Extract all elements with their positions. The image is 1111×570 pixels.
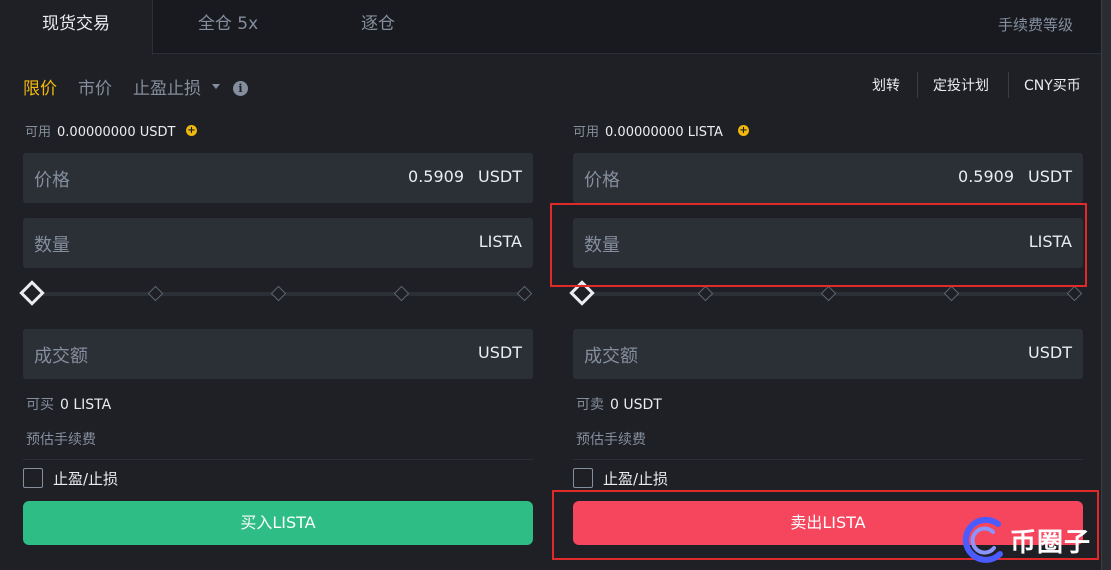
divider	[917, 72, 918, 98]
slider-step-100[interactable]	[516, 285, 533, 302]
order-type-market[interactable]: 市价	[78, 74, 112, 99]
buy-max-label: 可买	[26, 397, 54, 413]
slider-step-50[interactable]	[820, 285, 837, 302]
order-type-stop[interactable]: 止盈止损	[133, 74, 201, 99]
sell-total-label: 成交额	[584, 346, 638, 367]
buy-available: 可用 0.00000000 USDT	[25, 121, 175, 140]
plus-icon[interactable]: +	[186, 125, 197, 136]
divider	[1008, 72, 1009, 98]
buy-fee-estimate: 预估手续费	[26, 432, 96, 448]
sell-available-label: 可用	[573, 125, 600, 140]
divider	[573, 459, 1083, 460]
buy-price-field[interactable]: 价格 0.5909 USDT	[23, 153, 533, 203]
divider	[23, 459, 533, 460]
tab-spot[interactable]: 现货交易	[0, 0, 153, 55]
cny-buy-link[interactable]: CNY买币	[1024, 75, 1081, 95]
buy-price-input[interactable]: 0.5909	[408, 167, 464, 186]
buy-max-value: 0 LISTA	[60, 397, 112, 413]
buy-tpsl-label: 止盈/止损	[53, 470, 119, 488]
sell-total-unit: USDT	[1028, 343, 1072, 362]
tab-isolated-margin[interactable]: 逐仓	[340, 0, 416, 54]
sell-price-input[interactable]: 0.5909	[958, 167, 1014, 186]
tab-cross-margin[interactable]: 全仓 5x	[173, 0, 283, 54]
slider-step-25[interactable]	[697, 285, 714, 302]
slider-step-25[interactable]	[147, 285, 164, 302]
slider-step-100[interactable]	[1066, 285, 1083, 302]
fee-level-link[interactable]: 手续费等级	[998, 14, 1073, 35]
sell-available-value: 0.00000000 LISTA	[605, 125, 723, 140]
sell-max-label: 可卖	[576, 397, 604, 413]
sell-available: 可用 0.00000000 LISTA	[573, 121, 723, 140]
buy-amount-slider[interactable]	[19, 280, 533, 306]
slider-step-75[interactable]	[943, 285, 960, 302]
slider-step-75[interactable]	[393, 285, 410, 302]
buy-amount-unit: LISTA	[478, 232, 522, 251]
sell-price-unit: USDT	[1028, 167, 1072, 186]
buy-total-unit: USDT	[478, 343, 522, 362]
sell-fee-estimate: 预估手续费	[576, 432, 646, 448]
sell-price-label: 价格	[584, 170, 620, 191]
watermark: 币圈子	[958, 512, 1108, 568]
buy-total-field[interactable]: 成交额 USDT	[23, 329, 533, 379]
buy-available-value: 0.00000000 USDT	[57, 125, 176, 140]
buy-available-label: 可用	[25, 125, 52, 140]
highlight-box-amount	[550, 203, 1087, 287]
sell-tpsl-label: 止盈/止损	[603, 470, 669, 488]
buy-button[interactable]: 买入LISTA	[23, 501, 533, 545]
transfer-link[interactable]: 划转	[872, 75, 900, 95]
sell-tpsl-checkbox[interactable]	[573, 468, 593, 488]
sell-price-field[interactable]: 价格 0.5909 USDT	[573, 153, 1083, 203]
info-icon[interactable]: i	[233, 81, 248, 96]
trade-mode-tabs: 现货交易 全仓 5x 逐仓 手续费等级	[0, 0, 1101, 55]
chevron-down-icon[interactable]	[212, 84, 220, 89]
buy-amount-field[interactable]: 数量 LISTA	[23, 218, 533, 268]
slider-step-50[interactable]	[270, 285, 287, 302]
slider-handle[interactable]	[19, 280, 45, 306]
order-type-limit[interactable]: 限价	[23, 74, 57, 99]
dca-plan-link[interactable]: 定投计划	[933, 75, 989, 95]
buy-tpsl-checkbox[interactable]	[23, 468, 43, 488]
buy-price-label: 价格	[34, 170, 70, 191]
buy-price-unit: USDT	[478, 167, 522, 186]
right-edge-panel	[1101, 0, 1111, 570]
plus-icon[interactable]: +	[738, 125, 749, 136]
sell-max-value: 0 USDT	[610, 397, 662, 413]
buy-amount-label: 数量	[34, 235, 70, 256]
sell-total-field[interactable]: 成交额 USDT	[573, 329, 1083, 379]
buy-total-label: 成交额	[34, 346, 88, 367]
buy-max: 可买 0 LISTA	[26, 394, 111, 414]
watermark-text: 币圈子	[1010, 528, 1092, 558]
watermark-logo-icon	[962, 516, 1003, 563]
sell-max: 可卖 0 USDT	[576, 394, 662, 414]
